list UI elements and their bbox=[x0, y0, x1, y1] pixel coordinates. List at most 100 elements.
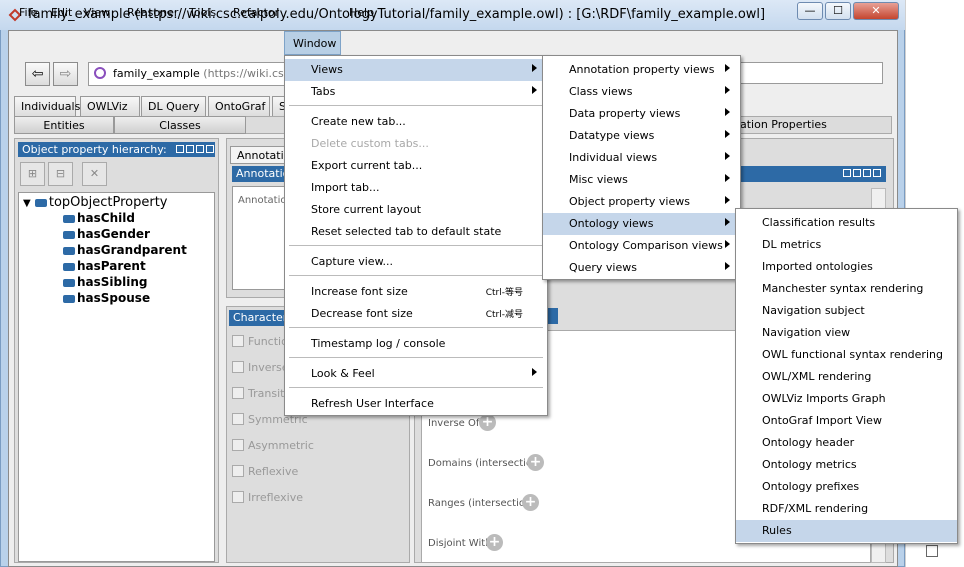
annotations-list: Annotations bbox=[232, 186, 292, 290]
menu-item-data-property-views[interactable]: Data property views bbox=[543, 103, 740, 125]
label-ranges: Ranges (intersection) bbox=[428, 498, 536, 509]
menu-item-class-views[interactable]: Class views bbox=[543, 81, 740, 103]
menu-item-timestamp-log[interactable]: Timestamp log / console bbox=[285, 333, 547, 355]
menu-item-query-views[interactable]: Query views bbox=[543, 257, 740, 279]
view-float-icon[interactable] bbox=[853, 169, 861, 177]
add-domain-button[interactable]: + bbox=[527, 454, 544, 471]
menu-file[interactable]: File bbox=[11, 4, 45, 22]
tree-item-haschild[interactable]: hasChild bbox=[63, 211, 135, 225]
add-subproperty-button[interactable]: ⊞ bbox=[20, 162, 45, 186]
menu-item-store-current-layout[interactable]: Store current layout bbox=[285, 199, 547, 221]
view-restore-icon[interactable] bbox=[843, 169, 851, 177]
menu-help[interactable]: Help bbox=[341, 4, 382, 22]
add-range-button[interactable]: + bbox=[522, 494, 539, 511]
checkbox-functional[interactable] bbox=[232, 335, 244, 347]
menu-item-navigation-view[interactable]: Navigation view bbox=[736, 322, 957, 344]
checkbox-symmetric[interactable] bbox=[232, 413, 244, 425]
add-disjoint-button[interactable]: + bbox=[486, 534, 503, 551]
menu-item-manchester-syntax-rendering[interactable]: Manchester syntax rendering bbox=[736, 278, 957, 300]
menu-item-ontograf-import-view[interactable]: OntoGraf Import View bbox=[736, 410, 957, 432]
checkbox-inverse-functional[interactable] bbox=[232, 361, 244, 373]
menu-item-classification-results[interactable]: Classification results bbox=[736, 212, 957, 234]
maximize-button[interactable]: ☐ bbox=[825, 2, 851, 20]
tree-item-hasgrandparent[interactable]: hasGrandparent bbox=[63, 243, 187, 257]
menu-item-ontology-header[interactable]: Ontology header bbox=[736, 432, 957, 454]
tree-item-hasspouse[interactable]: hasSpouse bbox=[63, 291, 150, 305]
add-sibling-button[interactable]: ⊟ bbox=[48, 162, 73, 186]
menu-item-owl-xml-rendering[interactable]: OWL/XML rendering bbox=[736, 366, 957, 388]
checkbox-reflexive[interactable] bbox=[232, 465, 244, 477]
close-button[interactable]: ✕ bbox=[853, 2, 899, 20]
menu-item-ontology-metrics[interactable]: Ontology metrics bbox=[736, 454, 957, 476]
tree-root-topobjectproperty[interactable]: ▼ topObjectProperty bbox=[23, 195, 168, 210]
view-close-icon[interactable] bbox=[206, 145, 214, 153]
menu-item-annotation-property-views[interactable]: Annotation property views bbox=[543, 59, 740, 81]
object-property-icon bbox=[63, 230, 75, 239]
menu-item-capture-view[interactable]: Capture view... bbox=[285, 251, 547, 273]
checkbox-irreflexive[interactable] bbox=[232, 491, 244, 503]
tree-item-hasparent[interactable]: hasParent bbox=[63, 259, 146, 273]
menu-item-look-and-feel[interactable]: Look & Feel bbox=[285, 363, 547, 385]
menu-refactor[interactable]: Refactor bbox=[225, 4, 287, 22]
minimize-button[interactable]: — bbox=[797, 2, 823, 20]
back-button[interactable]: ⇦ bbox=[25, 62, 50, 86]
checkbox-asymmetric[interactable] bbox=[232, 439, 244, 451]
expand-triangle-icon[interactable]: ▼ bbox=[23, 198, 31, 209]
tab-dl-query[interactable]: DL Query bbox=[141, 96, 206, 116]
menu-tools[interactable]: Tools bbox=[181, 4, 224, 22]
tab-owlviz[interactable]: OWLViz bbox=[80, 96, 140, 116]
menu-item-reset-tab[interactable]: Reset selected tab to default state bbox=[285, 221, 547, 243]
label-inverse-of: Inverse Of bbox=[428, 418, 480, 429]
menu-item-refresh-ui[interactable]: Refresh User Interface bbox=[285, 393, 547, 415]
menu-item-ontology-views[interactable]: Ontology views bbox=[543, 213, 740, 235]
menu-reasoner[interactable]: Reasoner bbox=[119, 4, 186, 22]
tab-individuals[interactable]: Individuals bbox=[14, 96, 80, 116]
menu-view[interactable]: View bbox=[76, 4, 118, 22]
menu-item-decrease-font-size[interactable]: Decrease font size Ctrl-减号 bbox=[285, 303, 547, 325]
tab-ontograf[interactable]: OntoGraf bbox=[208, 96, 270, 116]
menu-item-imported-ontologies[interactable]: Imported ontologies bbox=[736, 256, 957, 278]
shortcut-decrease: Ctrl-减号 bbox=[485, 310, 523, 320]
tree-item-hassibling[interactable]: hasSibling bbox=[63, 275, 148, 289]
add-inverse-of-button[interactable]: + bbox=[479, 414, 496, 431]
menu-item-individual-views[interactable]: Individual views bbox=[543, 147, 740, 169]
menu-separator bbox=[289, 387, 543, 388]
ontology-views-submenu: Classification results DL metrics Import… bbox=[735, 208, 958, 544]
menu-item-navigation-subject[interactable]: Navigation subject bbox=[736, 300, 957, 322]
tree-item-hasgender[interactable]: hasGender bbox=[63, 227, 150, 241]
forward-button[interactable]: ⇨ bbox=[53, 62, 78, 86]
menu-item-misc-views[interactable]: Misc views bbox=[543, 169, 740, 191]
menu-item-dl-metrics[interactable]: DL metrics bbox=[736, 234, 957, 256]
checkbox-transitive[interactable] bbox=[232, 387, 244, 399]
search-input[interactable] bbox=[740, 62, 883, 84]
tab-annotations[interactable]: Annotatio bbox=[230, 146, 290, 164]
menu-item-increase-font-size[interactable]: Increase font size Ctrl-等号 bbox=[285, 281, 547, 303]
menu-item-create-new-tab[interactable]: Create new tab... bbox=[285, 111, 547, 133]
view-maximize-icon[interactable] bbox=[863, 169, 871, 177]
view-maximize-icon[interactable] bbox=[196, 145, 204, 153]
menu-item-import-tab[interactable]: Import tab... bbox=[285, 177, 547, 199]
menu-item-tabs[interactable]: Tabs bbox=[285, 81, 547, 103]
menu-item-views[interactable]: Views bbox=[285, 59, 547, 81]
tab-entities[interactable]: Entities bbox=[14, 116, 114, 134]
view-close-icon[interactable] bbox=[873, 169, 881, 177]
delete-property-button[interactable]: ✕ bbox=[82, 162, 107, 186]
menu-item-rdf-xml-rendering[interactable]: RDF/XML rendering bbox=[736, 498, 957, 520]
menu-item-owlviz-imports-graph[interactable]: OWLViz Imports Graph bbox=[736, 388, 957, 410]
menu-window[interactable]: Window bbox=[284, 31, 341, 55]
tab-classes[interactable]: Classes bbox=[114, 116, 246, 134]
view-float-icon[interactable] bbox=[186, 145, 194, 153]
menu-item-ontology-prefixes[interactable]: Ontology prefixes bbox=[736, 476, 957, 498]
view-restore-icon[interactable] bbox=[176, 145, 184, 153]
menu-edit[interactable]: Edit bbox=[43, 4, 80, 22]
active-ontology-selector[interactable]: family_example (https://wiki.csc.cal bbox=[88, 62, 288, 86]
menu-item-object-property-views[interactable]: Object property views bbox=[543, 191, 740, 213]
menu-item-owl-functional-syntax-rendering[interactable]: OWL functional syntax rendering bbox=[736, 344, 957, 366]
menu-item-export-current-tab[interactable]: Export current tab... bbox=[285, 155, 547, 177]
tab-annotation-properties[interactable]: ation Properties bbox=[740, 118, 827, 131]
menu-item-datatype-views[interactable]: Datatype views bbox=[543, 125, 740, 147]
menu-item-ontology-comparison-views[interactable]: Ontology Comparison views bbox=[543, 235, 740, 257]
ontology-icon bbox=[94, 67, 106, 79]
menu-item-rules[interactable]: Rules bbox=[736, 520, 957, 542]
menu-separator bbox=[289, 245, 543, 246]
